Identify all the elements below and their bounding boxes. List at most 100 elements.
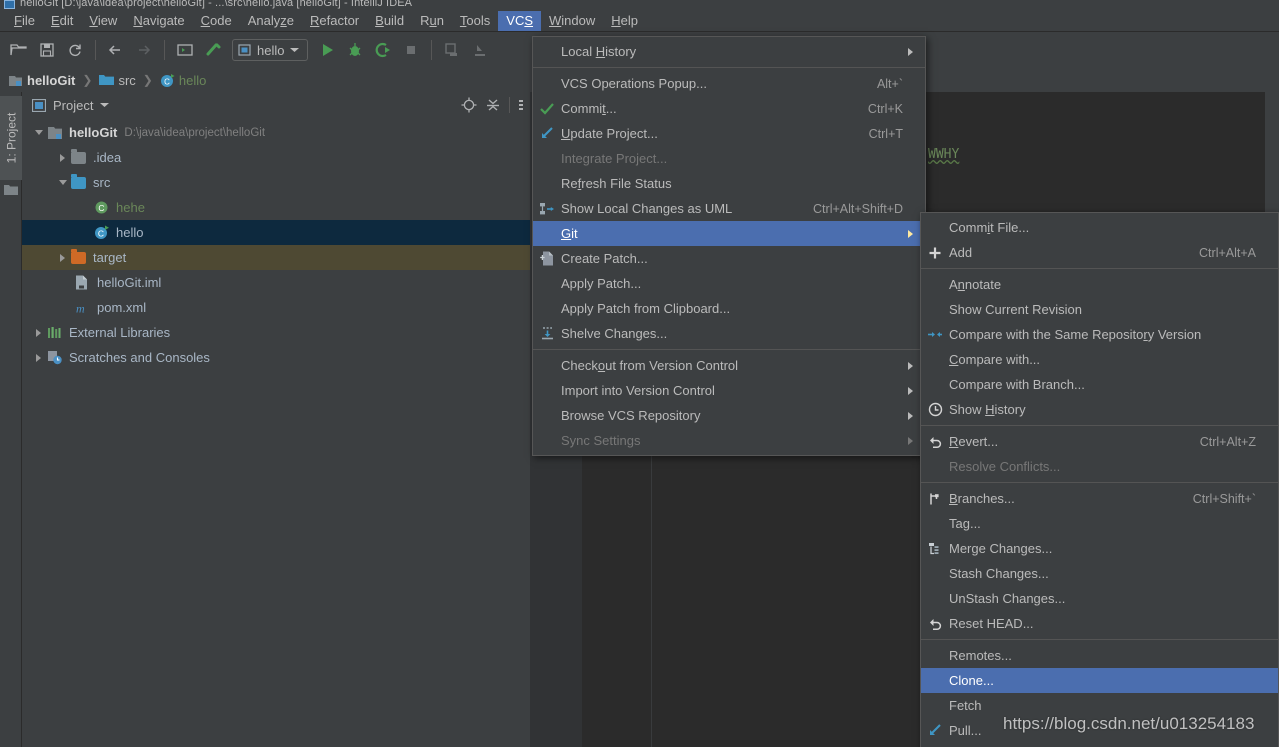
tree-item-label: helloGit xyxy=(69,125,118,140)
sync-icon[interactable] xyxy=(62,37,88,63)
menu-item-git[interactable]: Git xyxy=(533,221,925,246)
module-icon xyxy=(9,75,22,86)
menu-item-label: Commit... xyxy=(561,101,617,116)
svg-text:C: C xyxy=(98,229,104,239)
menu-analyze[interactable]: Analyze xyxy=(240,11,302,31)
menu-separator xyxy=(921,482,1278,483)
menu-item-local-history[interactable]: Local History xyxy=(533,39,925,64)
menu-item-branches[interactable]: Branches... Ctrl+Shift+` xyxy=(921,486,1278,511)
menu-item-label: Annotate xyxy=(949,277,1002,292)
menu-item-shelve-changes[interactable]: Shelve Changes... xyxy=(533,321,925,346)
collapse-all-icon[interactable] xyxy=(485,97,501,113)
tree-item-hellogit-iml[interactable]: helloGit.iml xyxy=(22,270,530,295)
save-all-icon[interactable] xyxy=(34,37,60,63)
menu-item-import-into-version-control[interactable]: Import into Version Control xyxy=(533,378,925,403)
tree-item-target[interactable]: target xyxy=(22,245,530,270)
expand-arrow-icon[interactable] xyxy=(56,251,69,264)
run-with-coverage-icon[interactable] xyxy=(370,37,396,63)
menu-item-label: Sync Settings xyxy=(561,433,641,448)
menu-item-commit[interactable]: Commit... Ctrl+K xyxy=(533,96,925,121)
menu-help[interactable]: Help xyxy=(603,11,646,31)
menu-item-compare-with-the-same-repository-version[interactable]: Compare with the Same Repository Version xyxy=(921,322,1278,347)
favorites-folder-icon[interactable] xyxy=(4,184,18,196)
menu-edit[interactable]: Edit xyxy=(43,11,81,31)
tree-item-src[interactable]: src xyxy=(22,170,530,195)
build-hammer-icon[interactable] xyxy=(200,37,226,63)
menu-item-stash-changes[interactable]: Stash Changes... xyxy=(921,561,1278,586)
expand-arrow-icon[interactable] xyxy=(56,151,69,164)
menu-item-clone[interactable]: Clone... xyxy=(921,668,1278,693)
menu-item-push[interactable]: Push... Ctrl+Shift+K xyxy=(921,743,1278,747)
back-arrow-icon[interactable] xyxy=(103,37,129,63)
menu-item-label: Remotes... xyxy=(949,648,1012,663)
tree-item-pom-xml[interactable]: m pom.xml xyxy=(22,295,530,320)
tree-item-external-libraries[interactable]: External Libraries xyxy=(22,320,530,345)
menu-item-label: Import into Version Control xyxy=(561,383,715,398)
project-panel-header: Project xyxy=(22,92,530,118)
menu-item-annotate[interactable]: Annotate xyxy=(921,272,1278,297)
tree-item-scratches-and-consoles[interactable]: Scratches and Consoles xyxy=(22,345,530,370)
menu-item-refresh-file-status[interactable]: Refresh File Status xyxy=(533,171,925,196)
menu-item-vcs-operations-popup[interactable]: VCS Operations Popup... Alt+` xyxy=(533,71,925,96)
breadcrumb-item-src[interactable]: src xyxy=(118,73,135,88)
menu-item-show-local-changes-as-uml[interactable]: Show Local Changes as UML Ctrl+Alt+Shift… xyxy=(533,196,925,221)
settings-icon[interactable] xyxy=(518,97,524,113)
menu-item-merge-changes[interactable]: Merge Changes... xyxy=(921,536,1278,561)
menu-item-checkout-from-version-control[interactable]: Checkout from Version Control xyxy=(533,353,925,378)
menu-item-reset-head[interactable]: Reset HEAD... xyxy=(921,611,1278,636)
menu-item-browse-vcs-repository[interactable]: Browse VCS Repository xyxy=(533,403,925,428)
menu-view[interactable]: View xyxy=(81,11,125,31)
expand-arrow-icon[interactable] xyxy=(32,326,45,339)
locate-target-icon[interactable] xyxy=(461,97,477,113)
breadcrumb-item-hellogit[interactable]: helloGit xyxy=(27,73,75,88)
chevron-down-icon[interactable] xyxy=(100,102,110,108)
run-configuration-selector[interactable]: hello xyxy=(232,39,309,61)
menu-item-add[interactable]: Add Ctrl+Alt+A xyxy=(921,240,1278,265)
submenu-arrow-icon xyxy=(903,386,917,395)
menu-item-tag[interactable]: Tag... xyxy=(921,511,1278,536)
sidebar-tab-project[interactable]: 1: Project xyxy=(0,96,22,180)
menu-item-label: Show Local Changes as UML xyxy=(561,201,733,216)
expand-arrow-icon[interactable] xyxy=(32,126,45,139)
menu-refactor[interactable]: Refactor xyxy=(302,11,367,31)
tree-item-hello[interactable]: C hello xyxy=(22,220,530,245)
tree-item-hellogit[interactable]: helloGit D:\java\idea\project\helloGit xyxy=(22,120,530,145)
menu-item-apply-patch[interactable]: Apply Patch... xyxy=(533,271,925,296)
watermark-text: https://blog.csdn.net/u013254183 xyxy=(1003,714,1255,733)
toggle-tool-window-icon[interactable] xyxy=(172,37,198,63)
menu-item-show-history[interactable]: Show History xyxy=(921,397,1278,422)
debug-icon[interactable] xyxy=(342,37,368,63)
menu-item-compare-with[interactable]: Compare with... xyxy=(921,347,1278,372)
breadcrumb-separator: ❯ xyxy=(142,73,153,87)
toolbar-separator xyxy=(164,40,165,60)
menu-item-compare-with-branch[interactable]: Compare with Branch... xyxy=(921,372,1278,397)
menu-navigate[interactable]: Navigate xyxy=(125,11,192,31)
menu-item-revert[interactable]: Revert... Ctrl+Alt+Z xyxy=(921,429,1278,454)
libraries-icon xyxy=(47,325,64,341)
expand-arrow-icon[interactable] xyxy=(56,176,69,189)
menu-file[interactable]: File xyxy=(6,11,43,31)
tree-item-idea[interactable]: .idea xyxy=(22,145,530,170)
breadcrumb-item-hello[interactable]: hello xyxy=(179,73,206,88)
expand-arrow-icon[interactable] xyxy=(32,351,45,364)
menu-build[interactable]: Build xyxy=(367,11,412,31)
menu-window[interactable]: Window xyxy=(541,11,603,31)
menu-item-create-patch[interactable]: Create Patch... xyxy=(533,246,925,271)
menu-item-apply-patch-from-clipboard[interactable]: Apply Patch from Clipboard... xyxy=(533,296,925,321)
menu-item-commit-file[interactable]: Commit File... xyxy=(921,215,1278,240)
reset-icon xyxy=(921,617,949,631)
menu-item-update-project[interactable]: Update Project... Ctrl+T xyxy=(533,121,925,146)
menu-tools[interactable]: Tools xyxy=(452,11,498,31)
menu-item-remotes[interactable]: Remotes... xyxy=(921,643,1278,668)
menu-item-unstash-changes[interactable]: UnStash Changes... xyxy=(921,586,1278,611)
scratches-icon xyxy=(47,350,64,366)
menu-item-show-current-revision[interactable]: Show Current Revision xyxy=(921,297,1278,322)
svg-text:C: C xyxy=(164,77,170,86)
open-folder-icon[interactable] xyxy=(6,37,32,63)
menu-vcs[interactable]: VCS xyxy=(498,10,542,31)
tree-item-hehe[interactable]: C hehe xyxy=(22,195,530,220)
pull-icon xyxy=(921,724,949,737)
menu-code[interactable]: Code xyxy=(193,11,240,31)
menu-run[interactable]: Run xyxy=(412,11,452,31)
run-icon[interactable] xyxy=(314,37,340,63)
